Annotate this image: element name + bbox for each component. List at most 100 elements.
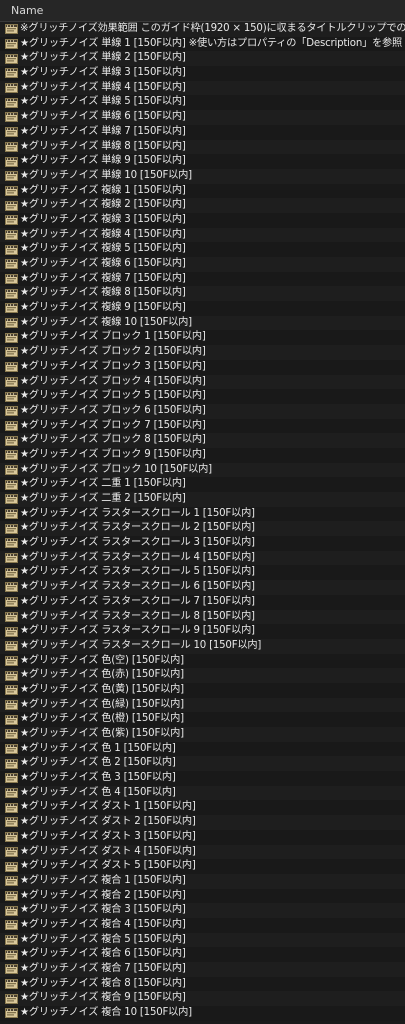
- list-item-label: ★グリッチノイズ 色(空) [150F以内]: [20, 654, 184, 666]
- list-item[interactable]: ★グリッチノイズ ダスト 1 [150F以内]: [0, 800, 405, 816]
- list-item[interactable]: ★グリッチノイズ 複線 7 [150F以内]: [0, 271, 405, 287]
- list-item[interactable]: ★グリッチノイズ 色 4 [150F以内]: [0, 785, 405, 801]
- list-item[interactable]: ★グリッチノイズ ラスタースクロール 2 [150F以内]: [0, 521, 405, 537]
- clip-icon: [5, 112, 18, 123]
- clip-icon: [5, 185, 18, 196]
- list-item[interactable]: ★グリッチノイズ 単線 1 [150F以内] ※使い方はプロパティの「Descr…: [0, 36, 405, 52]
- list-item[interactable]: ★グリッチノイズ 複合 6 [150F以内]: [0, 947, 405, 962]
- list-item[interactable]: ★グリッチノイズ 複合 10 [150F以内]: [0, 1006, 405, 1021]
- list-item[interactable]: ★グリッチノイズ 単線 3 [150F以内]: [0, 66, 405, 81]
- list-item[interactable]: ★グリッチノイズ ダスト 3 [150F以内]: [0, 829, 405, 845]
- list-item[interactable]: ★グリッチノイズ 色(赤) [150F以内]: [0, 668, 405, 683]
- clip-icon: [5, 979, 18, 990]
- list-item[interactable]: ★グリッチノイズ 複線 2 [150F以内]: [0, 198, 405, 213]
- list-item[interactable]: ★グリッチノイズ ブロック 9 [150F以内]: [0, 447, 405, 463]
- clip-icon: [5, 259, 18, 270]
- list-item-label: ★グリッチノイズ 複線 1 [150F以内]: [20, 184, 186, 196]
- list-item[interactable]: ★グリッチノイズ 複合 9 [150F以内]: [0, 991, 405, 1007]
- list-item[interactable]: ★グリッチノイズ 二重 2 [150F以内]: [0, 492, 405, 507]
- clip-icon: [5, 156, 18, 167]
- list-item[interactable]: ★グリッチノイズ 単線 4 [150F以内]: [0, 80, 405, 96]
- list-item[interactable]: ★グリッチノイズ 複線 5 [150F以内]: [0, 242, 405, 257]
- list-item[interactable]: ★グリッチノイズ ブロック 4 [150F以内]: [0, 374, 405, 390]
- list-item[interactable]: ★グリッチノイズ 単線 10 [150F以内]: [0, 168, 405, 184]
- list-item[interactable]: ★グリッチノイズ 複線 1 [150F以内]: [0, 183, 405, 199]
- clip-icon: [5, 229, 18, 240]
- list-item[interactable]: ★グリッチノイズ ラスタースクロール 5 [150F以内]: [0, 565, 405, 581]
- list-item-label: ★グリッチノイズ ブロック 1 [150F以内]: [20, 331, 206, 343]
- list-item[interactable]: ★グリッチノイズ 複合 3 [150F以内]: [0, 903, 405, 918]
- list-item[interactable]: ★グリッチノイズ 複合 8 [150F以内]: [0, 976, 405, 992]
- list-item[interactable]: ★グリッチノイズ 複線 4 [150F以内]: [0, 227, 405, 243]
- list-item[interactable]: ★グリッチノイズ ブロック 5 [150F以内]: [0, 389, 405, 404]
- list-item[interactable]: ★グリッチノイズ ラスタースクロール 10 [150F以内]: [0, 638, 405, 654]
- clip-icon: [5, 890, 18, 901]
- list-item[interactable]: ★グリッチノイズ ラスタースクロール 6 [150F以内]: [0, 580, 405, 595]
- list-item[interactable]: ★グリッチノイズ ラスタースクロール 3 [150F以内]: [0, 536, 405, 551]
- list-item-label: ★グリッチノイズ 単線 3 [150F以内]: [20, 67, 186, 79]
- clip-icon: [5, 832, 18, 843]
- list-item[interactable]: ★グリッチノイズ ラスタースクロール 4 [150F以内]: [0, 550, 405, 566]
- name-column-header[interactable]: Name: [0, 0, 405, 22]
- clip-icon: [5, 655, 18, 666]
- list-item[interactable]: ★グリッチノイズ 複合 4 [150F以内]: [0, 917, 405, 933]
- clip-icon: [5, 435, 18, 446]
- list-item[interactable]: ★グリッチノイズ ラスタースクロール 9 [150F以内]: [0, 624, 405, 639]
- list-item-label: ★グリッチノイズ 単線 4 [150F以内]: [20, 81, 186, 93]
- clip-icon: [5, 391, 18, 402]
- list-item[interactable]: ★グリッチノイズ 複線 8 [150F以内]: [0, 286, 405, 302]
- list-item[interactable]: ★グリッチノイズ 色 1 [150F以内]: [0, 741, 405, 757]
- list-item[interactable]: ★グリッチノイズ 色(空) [150F以内]: [0, 653, 405, 669]
- list-item[interactable]: ★グリッチノイズ 複線 9 [150F以内]: [0, 301, 405, 316]
- list-item[interactable]: ★グリッチノイズ ブロック 8 [150F以内]: [0, 433, 405, 448]
- clip-icon: [5, 802, 18, 813]
- list-item[interactable]: ★グリッチノイズ ブロック 7 [150F以内]: [0, 418, 405, 434]
- list-item[interactable]: ★グリッチノイズ ダスト 4 [150F以内]: [0, 844, 405, 860]
- list-item[interactable]: ★グリッチノイズ ブロック 10 [150F以内]: [0, 462, 405, 478]
- list-item[interactable]: ★グリッチノイズ 色 3 [150F以内]: [0, 771, 405, 786]
- list-item[interactable]: ★グリッチノイズ 複合 2 [150F以内]: [0, 888, 405, 904]
- list-item[interactable]: ★グリッチノイズ ダスト 2 [150F以内]: [0, 815, 405, 830]
- clip-icon: [5, 274, 18, 285]
- list-item[interactable]: ※グリッチノイズ効果範囲 このガイド枠(1920 × 150)に収まるタイトルク…: [0, 22, 405, 37]
- clip-icon: [5, 127, 18, 138]
- clip-icon: [5, 611, 18, 622]
- list-item[interactable]: ★グリッチノイズ 色(緑) [150F以内]: [0, 697, 405, 713]
- list-item[interactable]: ★グリッチノイズ 単線 6 [150F以内]: [0, 110, 405, 125]
- list-item-label: ★グリッチノイズ 色(緑) [150F以内]: [20, 698, 184, 710]
- clip-icon: [5, 362, 18, 373]
- list-item[interactable]: ★グリッチノイズ 複線 6 [150F以内]: [0, 257, 405, 272]
- list-item[interactable]: ★グリッチノイズ 二重 1 [150F以内]: [0, 477, 405, 492]
- list-item[interactable]: ★グリッチノイズ ブロック 1 [150F以内]: [0, 330, 405, 346]
- list-item[interactable]: ★グリッチノイズ 単線 7 [150F以内]: [0, 124, 405, 140]
- clip-icon: [5, 641, 18, 652]
- list-item[interactable]: ★グリッチノイズ ラスタースクロール 7 [150F以内]: [0, 594, 405, 610]
- clip-icon: [5, 318, 18, 329]
- clip-icon: [5, 861, 18, 872]
- list-item[interactable]: ★グリッチノイズ 単線 5 [150F以内]: [0, 95, 405, 111]
- clip-icon: [5, 347, 18, 358]
- list-item[interactable]: ★グリッチノイズ 単線 2 [150F以内]: [0, 51, 405, 67]
- list-item-label: ★グリッチノイズ 二重 2 [150F以内]: [20, 493, 186, 504]
- list-item[interactable]: ★グリッチノイズ 色(黄) [150F以内]: [0, 682, 405, 698]
- list-item[interactable]: ★グリッチノイズ 複合 1 [150F以内]: [0, 873, 405, 889]
- list-item[interactable]: ★グリッチノイズ 複線 10 [150F以内]: [0, 315, 405, 331]
- list-item[interactable]: ★グリッチノイズ ブロック 6 [150F以内]: [0, 403, 405, 419]
- list-item[interactable]: ★グリッチノイズ 複合 5 [150F以内]: [0, 932, 405, 948]
- list-item[interactable]: ★グリッチノイズ 色(橙) [150F以内]: [0, 712, 405, 727]
- list-item[interactable]: ★グリッチノイズ ラスタースクロール 8 [150F以内]: [0, 609, 405, 625]
- list-item[interactable]: ★グリッチノイズ ブロック 2 [150F以内]: [0, 345, 405, 360]
- list-item[interactable]: ★グリッチノイズ 色 2 [150F以内]: [0, 756, 405, 772]
- list-item-label: ★グリッチノイズ ラスタースクロール 10 [150F以内]: [20, 639, 262, 651]
- list-item[interactable]: ★グリッチノイズ 単線 8 [150F以内]: [0, 139, 405, 155]
- list-item[interactable]: ★グリッチノイズ 複合 7 [150F以内]: [0, 962, 405, 977]
- list-item[interactable]: ★グリッチノイズ 単線 9 [150F以内]: [0, 154, 405, 169]
- list-item[interactable]: ★グリッチノイズ ラスタースクロール 1 [150F以内]: [0, 506, 405, 522]
- list-item[interactable]: ★グリッチノイズ 色(紫) [150F以内]: [0, 727, 405, 742]
- list-item[interactable]: ★グリッチノイズ ダスト 5 [150F以内]: [0, 859, 405, 874]
- clip-icon: [5, 538, 18, 549]
- list-item[interactable]: ★グリッチノイズ 複線 3 [150F以内]: [0, 212, 405, 228]
- list-item[interactable]: ★グリッチノイズ ブロック 3 [150F以内]: [0, 359, 405, 375]
- clip-icon: [5, 303, 18, 314]
- clip-icon: [5, 670, 18, 681]
